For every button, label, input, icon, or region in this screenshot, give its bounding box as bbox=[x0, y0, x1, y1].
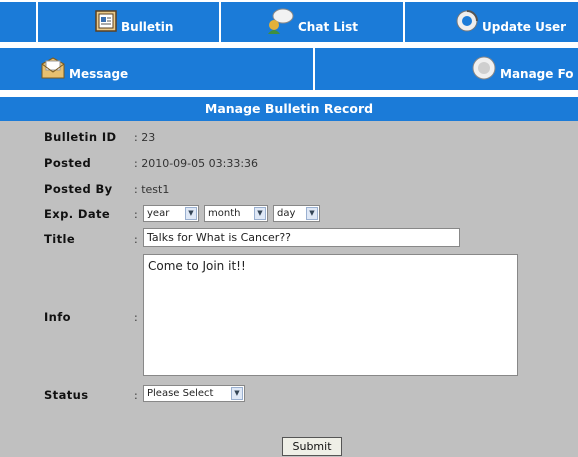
message-icon bbox=[40, 56, 66, 83]
bulletin-id-value: : 23 bbox=[134, 131, 156, 144]
nav-chat-list[interactable]: Chat List bbox=[219, 2, 403, 42]
exp-day-value: day bbox=[277, 208, 296, 219]
bulletin-id-label: Bulletin ID bbox=[44, 130, 117, 144]
info-colon: : bbox=[134, 311, 138, 324]
second-nav-row: Message Manage Fo bbox=[0, 46, 578, 92]
posted-by-value: : test1 bbox=[134, 183, 170, 196]
chat-icon bbox=[265, 8, 295, 37]
info-textarea[interactable]: Come to Join it!! bbox=[143, 254, 518, 376]
chevron-down-icon: ▼ bbox=[185, 207, 197, 220]
exp-date-colon: : bbox=[134, 208, 138, 221]
status-colon: : bbox=[134, 389, 138, 402]
title-input[interactable]: Talks for What is Cancer?? bbox=[143, 228, 460, 247]
exp-date-label: Exp. Date bbox=[44, 207, 111, 221]
info-label: Info bbox=[44, 310, 71, 324]
nav-update-user-label: Update User bbox=[482, 20, 567, 34]
exp-month-value: month bbox=[208, 208, 241, 219]
bulletin-icon bbox=[94, 9, 118, 36]
nav-manage[interactable]: Manage Fo bbox=[313, 48, 578, 90]
update-icon bbox=[455, 9, 479, 36]
exp-month-select[interactable]: month ▼ bbox=[204, 205, 268, 222]
title-label: Title bbox=[44, 232, 76, 246]
status-label: Status bbox=[44, 388, 89, 402]
nav-chat-list-label: Chat List bbox=[298, 20, 358, 34]
nav-bulletin-label: Bulletin bbox=[121, 20, 174, 34]
chevron-down-icon: ▼ bbox=[306, 207, 318, 220]
status-select[interactable]: Please Select ▼ bbox=[143, 385, 245, 402]
nav-manage-label: Manage Fo bbox=[500, 67, 574, 81]
page-title: Manage Bulletin Record bbox=[0, 96, 578, 121]
exp-year-select[interactable]: year ▼ bbox=[143, 205, 199, 222]
nav-message-label: Message bbox=[69, 67, 129, 81]
posted-by-label: Posted By bbox=[44, 182, 113, 196]
nav-update-user[interactable]: Update User bbox=[403, 2, 578, 42]
posted-label: Posted bbox=[44, 156, 92, 170]
top-nav-row: Bulletin Chat List Update User bbox=[0, 0, 578, 44]
nav-message[interactable]: Message bbox=[0, 48, 313, 90]
title-input-value: Talks for What is Cancer?? bbox=[147, 231, 292, 244]
exp-year-value: year bbox=[147, 208, 170, 219]
info-textarea-value: Come to Join it!! bbox=[148, 259, 246, 273]
nav-bulletin[interactable]: Bulletin bbox=[36, 2, 219, 42]
status-select-value: Please Select bbox=[147, 388, 214, 399]
posted-value: : 2010-09-05 03:33:36 bbox=[134, 157, 259, 170]
exp-day-select[interactable]: day ▼ bbox=[273, 205, 320, 222]
submit-button[interactable]: Submit bbox=[282, 437, 342, 456]
chevron-down-icon: ▼ bbox=[231, 387, 243, 400]
chevron-down-icon: ▼ bbox=[254, 207, 266, 220]
title-colon: : bbox=[134, 233, 138, 246]
manage-icon bbox=[471, 55, 497, 84]
